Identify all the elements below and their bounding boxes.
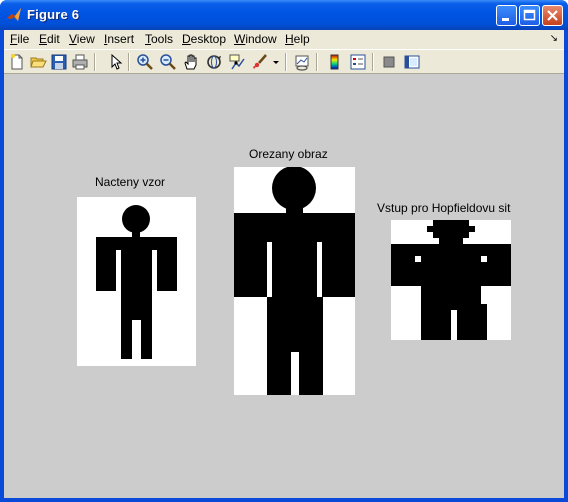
zoom-in-icon[interactable] bbox=[136, 53, 154, 71]
pan-hand-icon[interactable] bbox=[182, 53, 200, 71]
figure-window: Figure 6 ↘ File Edit View Insert Tools Deskto… bbox=[0, 0, 568, 502]
close-button[interactable] bbox=[542, 5, 563, 26]
matlab-logo-icon bbox=[7, 8, 21, 21]
print-icon[interactable] bbox=[71, 53, 89, 71]
window-client: ↘ File Edit View Insert Tools Desktop Window He… bbox=[4, 30, 564, 498]
menu-view[interactable]: View bbox=[69, 32, 95, 46]
window-title: Figure 6 bbox=[27, 7, 80, 22]
axes-title-loaded-pattern: Nacteny vzor bbox=[95, 175, 166, 189]
link-plot-icon[interactable] bbox=[293, 53, 311, 71]
menu-bar: ↘ File Edit View Insert Tools Desktop Window He… bbox=[4, 30, 564, 49]
image-hopfield-input bbox=[391, 220, 511, 340]
toolbar-separator bbox=[285, 53, 287, 71]
menu-tools[interactable]: Tools bbox=[145, 32, 173, 46]
select-arrow-icon[interactable] bbox=[107, 53, 125, 71]
menu-edit[interactable]: Edit bbox=[39, 32, 60, 46]
maximize-icon bbox=[523, 9, 536, 21]
show-plot-tools-icon[interactable] bbox=[403, 53, 421, 71]
dock-figure-icon[interactable]: ↘ bbox=[550, 33, 558, 44]
figure-canvas[interactable]: Nacteny vzor Orezany obraz Vstup pro Hop… bbox=[4, 74, 564, 498]
title-bar[interactable]: Figure 6 bbox=[0, 0, 568, 30]
axes-title-cropped-image: Orezany obraz bbox=[249, 147, 328, 161]
hide-plot-tools-icon[interactable] bbox=[380, 53, 398, 71]
menu-desktop[interactable]: Desktop bbox=[182, 32, 226, 46]
toolbar-separator bbox=[128, 53, 130, 71]
axes-title-hopfield-input: Vstup pro Hopfieldovu sit bbox=[377, 201, 511, 215]
menu-file[interactable]: File bbox=[10, 32, 29, 46]
menu-insert[interactable]: Insert bbox=[104, 32, 134, 46]
zoom-out-icon[interactable] bbox=[159, 53, 177, 71]
brush-dropdown-icon[interactable] bbox=[272, 53, 280, 71]
image-loaded-pattern bbox=[77, 197, 196, 366]
image-cropped bbox=[234, 167, 355, 395]
save-icon[interactable] bbox=[50, 53, 68, 71]
menu-help[interactable]: Help bbox=[285, 32, 310, 46]
minimize-button[interactable] bbox=[496, 5, 517, 26]
figure-toolbar bbox=[4, 49, 564, 74]
rotate-3d-icon[interactable] bbox=[205, 53, 223, 71]
toolbar-separator bbox=[316, 53, 318, 71]
close-icon bbox=[547, 10, 558, 21]
brush-icon[interactable] bbox=[251, 53, 269, 71]
new-figure-icon[interactable] bbox=[8, 53, 26, 71]
data-cursor-icon[interactable] bbox=[228, 53, 246, 71]
minimize-icon bbox=[502, 18, 509, 21]
maximize-button[interactable] bbox=[519, 5, 540, 26]
open-file-icon[interactable] bbox=[29, 53, 47, 71]
legend-icon[interactable] bbox=[349, 53, 367, 71]
colorbar-icon[interactable] bbox=[326, 53, 344, 71]
menu-window[interactable]: Window bbox=[234, 32, 277, 46]
toolbar-separator bbox=[94, 53, 96, 71]
toolbar-separator bbox=[372, 53, 374, 71]
